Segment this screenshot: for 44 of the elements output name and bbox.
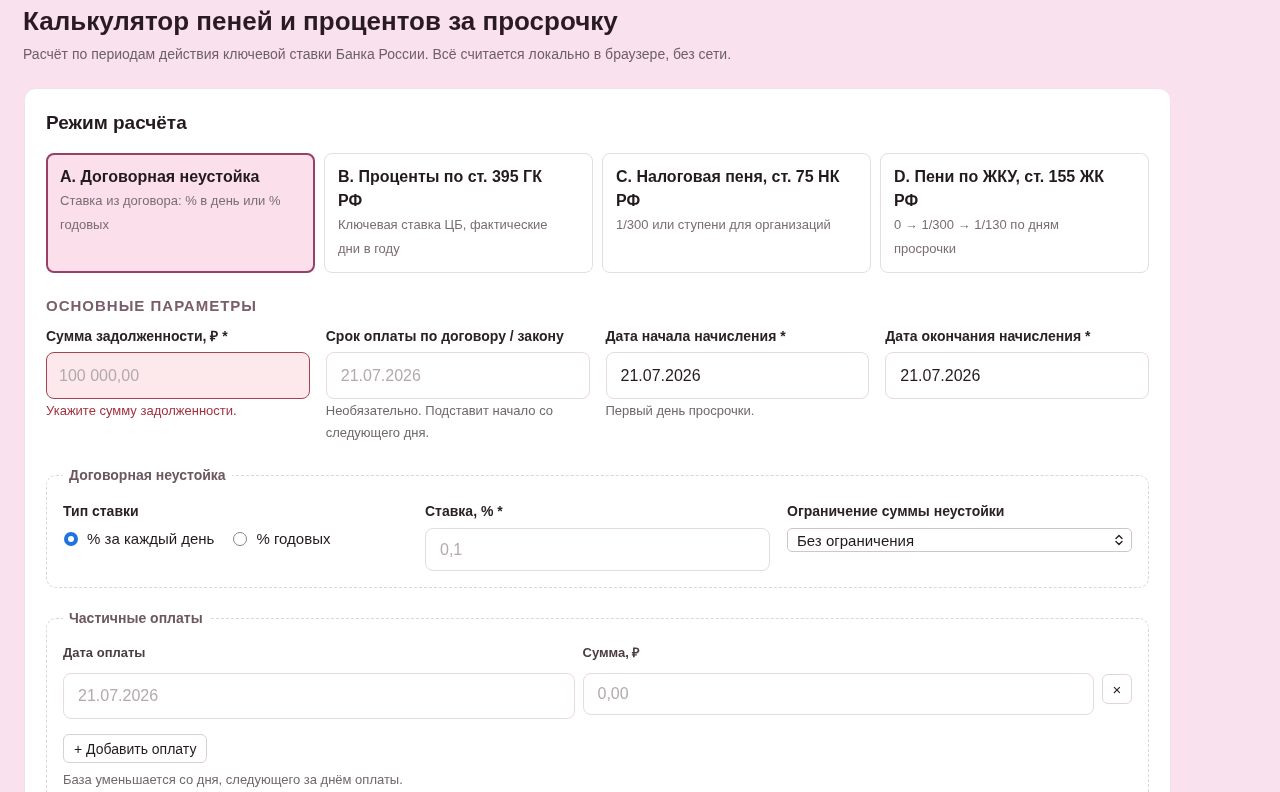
limit-select[interactable]: Без ограничения [787,528,1132,552]
amount-field[interactable]: 0,00 [582,673,1094,715]
field-label: Срок оплаты по договору / закону [325,327,564,346]
mode-title: C. Налоговая пеня, ст. 75 НК РФ [616,167,841,211]
input-field[interactable]: 21.07.2026 [885,352,1149,399]
field-label: Дата окончания начисления * [885,327,1091,346]
radio-option[interactable]: % за каждый день [64,529,215,549]
add-payment-button[interactable]: + Добавить оплату [63,734,208,763]
mode-description: 1/300 или ступени для организаций [616,216,832,234]
field-label: Дата начала начисления * [605,327,786,346]
mode-description: 0 → 1/300 → 1/130 по дням просрочки [894,216,1060,258]
mode-title: D. Пени по ЖКУ, ст. 155 ЖК РФ [894,167,1105,211]
panel-legend: Частичные оплаты [63,608,209,628]
page-title: Калькулятор пеней и процентов за просрочку [23,5,619,37]
field-label: Ставка, % * [425,502,503,521]
input-field[interactable]: 100 000,00 [46,352,310,399]
field-hint: Необязательно. Подставит начало со следующего дня. [325,402,555,442]
field-label: Тип ставки [63,502,139,521]
page-subtitle: Расчёт по периодам действия ключевой ставки Банка России. Всё считается локально в браузере, без сети. [23,45,733,64]
mode-title: A. Договорная неустойка [60,167,261,187]
mode-description: Ставка из договора: % в день или % годовых [60,192,282,234]
mode-title: B. Проценты по ст. 395 ГК РФ [338,167,543,211]
error-message: Укажите сумму задолженности. [46,402,237,420]
payments-note: База уменьшается со дня, следующего за днём оплаты. [63,771,404,789]
radio-option[interactable]: % годовых [233,529,331,549]
field-hint: Первый день просрочки. [605,402,755,420]
updown-chevron-icon [1115,534,1123,546]
input-field[interactable]: 21.07.2026 [605,352,870,399]
field-label: Сумма задолженности, ₽ * [46,327,228,346]
column-label: Дата оплаты [63,644,147,662]
section-heading: ОСНОВНЫЕ ПАРАМЕТРЫ [46,296,258,316]
radio-icon[interactable] [64,532,78,546]
mode-description: Ключевая ставка ЦБ, фактические дни в году [338,216,549,258]
panel-legend: Договорная неустойка [63,465,232,485]
mode-card[interactable]: D. Пени по ЖКУ, ст. 155 ЖК РФ 0 → 1/300 → 1/130 по дням просрочки [880,153,1149,273]
column-label: Сумма, ₽ [582,644,642,662]
mode-card[interactable]: B. Проценты по ст. 395 ГК РФ Ключевая ставка ЦБ, фактические дни в году [324,153,593,273]
mode-card[interactable]: A. Договорная неустойка Ставка из договора: % в день или % годовых [46,153,315,273]
date-field[interactable]: 21.07.2026 [63,673,575,719]
section-title: Режим расчёта [46,111,188,135]
radio-icon[interactable] [233,532,248,546]
remove-button[interactable]: × [1102,674,1132,704]
mode-card[interactable]: C. Налоговая пеня, ст. 75 НК РФ 1/300 или ступени для организаций [602,153,871,273]
field-label: Ограничение суммы неустойки [787,502,1005,521]
